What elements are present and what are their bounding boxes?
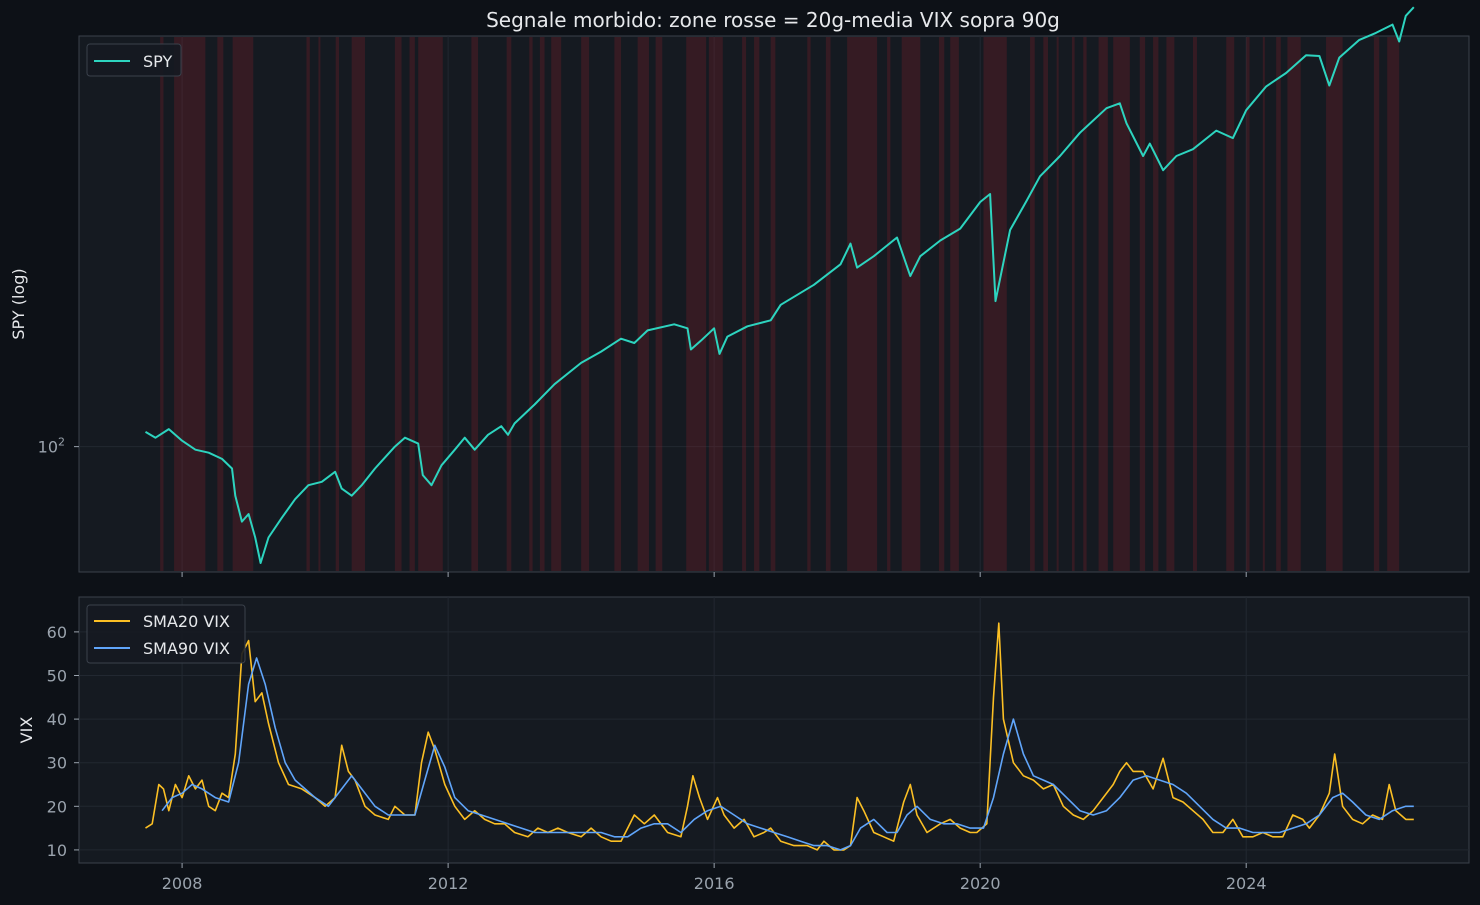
chart-title: Segnale morbido: zone rosse = 20g-media … [486,8,1060,32]
signal-zone [471,37,479,571]
signal-zone [1246,37,1250,571]
vix-y-tick-label: 40 [47,710,67,729]
vix-y-tick-label: 60 [47,623,67,642]
signal-zone [614,37,622,571]
signal-zone [1113,37,1130,571]
x-tick-label: 2008 [162,874,203,893]
signal-zone [770,37,776,571]
vix-y-axis-label: VIX [17,717,36,744]
signal-zone [1153,37,1159,571]
signal-zone [551,37,562,571]
signal-zone [887,37,891,571]
signal-zone [825,37,831,571]
vix-y-tick-label: 30 [47,754,67,773]
vix-y-tick-label: 20 [47,797,67,816]
signal-zone [529,37,533,571]
signal-zone [1373,37,1380,571]
signal-zone [686,37,707,571]
signal-zone [1326,37,1343,571]
vix-axes-frame [78,596,1470,864]
signal-zone [938,37,945,571]
signal-zone [1287,37,1301,571]
x-tick-label: 2020 [960,874,1001,893]
signal-zone [1083,37,1087,571]
x-tick-label: 2016 [694,874,735,893]
signal-zone [754,37,760,571]
signal-zone [983,37,1007,571]
signal-zone [306,37,310,571]
signal-zone [394,37,402,571]
signal-zone [1071,37,1075,571]
sma20-legend-label: SMA20 VIX [143,612,230,631]
signal-zone [409,37,415,571]
signal-zone [539,37,545,571]
vix-panel: 2008 2012 2016 2020 2024 10 20 30 40 50 60 VIX SMA20… [17,596,1470,893]
vix-y-tick-label: 50 [47,666,67,685]
signal-zone [708,37,723,571]
signal-zone [335,37,340,571]
signal-zone [807,37,811,571]
sma90-legend-label: SMA90 VIX [143,639,230,658]
signal-zone [351,37,365,571]
signal-zone [1276,37,1281,571]
signal-zone [655,37,663,571]
signal-zone [637,37,649,571]
signal-zone [418,37,443,571]
signal-zone [1043,37,1049,571]
signal-zone [1098,37,1108,571]
vix-y-tick-label: 10 [47,841,67,860]
figure: Segnale morbido: zone rosse = 20g-media … [0,0,1480,905]
signal-zone [160,37,164,571]
spy-y-axis-label: SPY (log) [9,268,28,339]
signal-zone [1139,37,1146,571]
signal-zone [581,37,590,571]
signal-zone [174,37,206,571]
signal-zone [506,37,512,571]
signal-zone [847,37,878,571]
x-tick-label: 2012 [428,874,469,893]
signal-zone [1056,37,1059,571]
signal-zone [217,37,224,571]
signal-zone [742,37,747,571]
signal-zone [950,37,959,571]
signal-zone [318,37,321,571]
signal-zone [1226,37,1235,571]
spy-legend-label: SPY [143,52,172,71]
signal-zone [1192,37,1197,571]
signal-zone [901,37,921,571]
signal-zone [1166,37,1175,571]
x-tick-label: 2024 [1226,874,1267,893]
signal-zone [1262,37,1265,571]
signal-zone [1387,37,1400,571]
spy-panel: 102SPY (log)SPY [9,6,1470,577]
signal-zone [1030,37,1035,571]
